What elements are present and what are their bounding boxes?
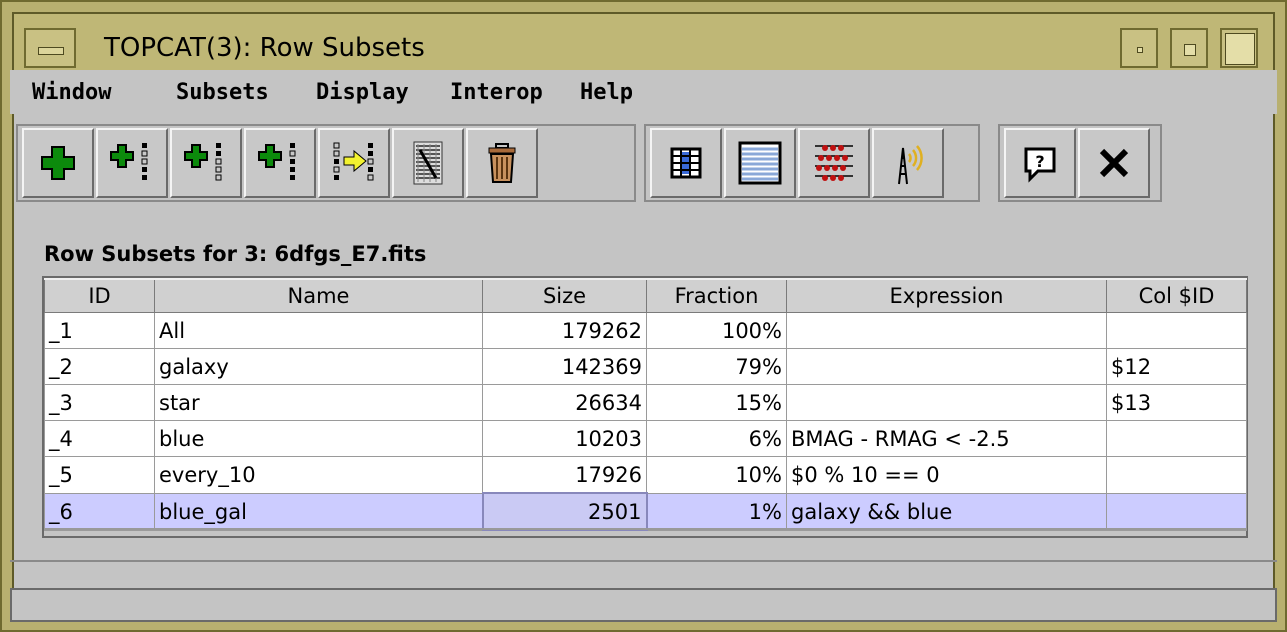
cell-id[interactable]: _6 (44, 492, 155, 531)
data-view-button[interactable] (724, 128, 796, 198)
column-header-name[interactable]: Name (154, 278, 483, 313)
window-title: TOPCAT(3): Row Subsets (104, 33, 425, 63)
cell-name[interactable]: All (154, 312, 483, 349)
window-menu-icon (38, 47, 64, 55)
cell-name[interactable]: blue_gal (154, 492, 483, 531)
broadcast-button[interactable] (872, 128, 944, 198)
statistics-button[interactable] (798, 128, 870, 198)
menu-bar: Window Subsets Display Interop Help (10, 70, 1277, 114)
minimize-button[interactable] (1120, 28, 1158, 68)
separator (10, 560, 1277, 562)
table-row[interactable]: _1 All 179262 100% (44, 312, 1247, 349)
maximize-icon (1184, 44, 1196, 56)
table-row-selected[interactable]: _6 blue_gal 2501 1% galaxy && blue (44, 492, 1247, 531)
cell-fraction[interactable]: 79% (646, 348, 787, 385)
cell-fraction[interactable]: 1% (646, 492, 787, 531)
column-header-col-id[interactable]: Col $ID (1106, 278, 1247, 313)
cell-id[interactable]: _4 (44, 420, 155, 457)
add-subset-from-selection-button[interactable] (244, 128, 316, 198)
close-window-button[interactable] (1078, 128, 1150, 198)
column-view-button[interactable] (650, 128, 722, 198)
panel-title: Row Subsets for 3: 6dfgs_E7.fits (44, 242, 427, 266)
cell-col-id[interactable] (1106, 420, 1247, 457)
cell-fraction[interactable]: 100% (646, 312, 787, 349)
table-bottom-edge (44, 528, 1246, 530)
cell-name[interactable]: galaxy (154, 348, 483, 385)
add-subset-button[interactable] (22, 128, 94, 198)
cell-id[interactable]: _2 (44, 348, 155, 385)
add-subset-from-selection-icon (258, 143, 296, 180)
subset-to-column-button[interactable] (318, 128, 390, 198)
cell-name[interactable]: star (154, 384, 483, 421)
table-row[interactable]: _4 blue 10203 6% BMAG - RMAG < -2.5 (44, 420, 1247, 457)
column-header-expression[interactable]: Expression (786, 278, 1107, 313)
subsets-table-grid: ID Name Size Fraction Expression Col $ID… (44, 278, 1247, 531)
subset-to-column-icon (333, 142, 374, 181)
cell-size[interactable]: 26634 (482, 384, 647, 421)
table-header-row: ID Name Size Fraction Expression Col $ID (44, 278, 1247, 313)
cell-col-id[interactable] (1106, 312, 1247, 349)
menu-display[interactable]: Display (316, 80, 409, 105)
cell-fraction[interactable]: 6% (646, 420, 787, 457)
cell-id[interactable]: _3 (44, 384, 155, 421)
cell-id[interactable]: _1 (44, 312, 155, 349)
cell-size[interactable]: 17926 (482, 456, 647, 494)
add-subset-from-expression-button[interactable] (170, 128, 242, 198)
delete-subset-icon (488, 143, 516, 183)
fullscreen-button[interactable] (1220, 28, 1258, 68)
svg-text:?: ? (1035, 152, 1044, 171)
subsets-table: ID Name Size Fraction Expression Col $ID… (42, 276, 1248, 538)
menu-subsets[interactable]: Subsets (176, 80, 269, 105)
cell-size[interactable]: 10203 (482, 420, 647, 457)
cell-size[interactable]: 142369 (482, 348, 647, 385)
delete-subset-button[interactable] (466, 128, 538, 198)
cell-expression[interactable] (786, 312, 1107, 349)
table-row[interactable]: _3 star 26634 15% $13 (44, 384, 1247, 421)
menu-window[interactable]: Window (32, 80, 111, 105)
cell-expression[interactable] (786, 348, 1107, 385)
column-view-icon (670, 147, 702, 179)
invert-subset-button[interactable] (392, 128, 464, 198)
help-icon: ? (1024, 147, 1056, 183)
status-bar (10, 588, 1277, 622)
fullscreen-icon (1225, 33, 1255, 65)
cell-id[interactable]: _5 (44, 456, 155, 494)
cell-expression[interactable] (786, 384, 1107, 421)
maximize-button[interactable] (1170, 28, 1208, 68)
cell-fraction[interactable]: 15% (646, 384, 787, 421)
column-header-fraction[interactable]: Fraction (646, 278, 787, 313)
cell-expression[interactable]: BMAG - RMAG < -2.5 (786, 420, 1107, 457)
minimize-icon (1137, 47, 1143, 53)
help-button[interactable]: ? (1004, 128, 1076, 198)
table-row[interactable]: _5 every_10 17926 10% $0 % 10 == 0 (44, 456, 1247, 494)
menu-interop[interactable]: Interop (450, 80, 543, 105)
broadcast-icon (898, 145, 923, 185)
column-header-size[interactable]: Size (482, 278, 647, 313)
cell-name[interactable]: blue (154, 420, 483, 457)
cell-col-id[interactable] (1106, 456, 1247, 494)
cell-size[interactable]: 2501 (481, 492, 648, 531)
cell-expression[interactable]: galaxy && blue (786, 492, 1107, 531)
data-view-icon (738, 141, 782, 185)
cell-expression[interactable]: $0 % 10 == 0 (786, 456, 1107, 494)
statistics-icon (815, 145, 853, 181)
cell-col-id[interactable] (1106, 492, 1247, 531)
add-subset-from-column-icon (110, 143, 148, 180)
cell-col-id[interactable]: $13 (1106, 384, 1247, 421)
menu-help[interactable]: Help (580, 80, 633, 105)
invert-subset-icon (413, 141, 443, 185)
window-menu-button[interactable] (24, 28, 76, 68)
table-row[interactable]: _2 galaxy 142369 79% $12 (44, 348, 1247, 385)
add-subset-from-column-button[interactable] (96, 128, 168, 198)
cell-size[interactable]: 179262 (482, 312, 647, 349)
cell-fraction[interactable]: 10% (646, 456, 787, 494)
close-icon (1099, 148, 1129, 178)
column-header-id[interactable]: ID (44, 278, 155, 313)
cell-name[interactable]: every_10 (154, 456, 483, 494)
cell-col-id[interactable]: $12 (1106, 348, 1247, 385)
add-subset-from-expression-icon (184, 143, 222, 181)
add-subset-icon (41, 146, 75, 180)
